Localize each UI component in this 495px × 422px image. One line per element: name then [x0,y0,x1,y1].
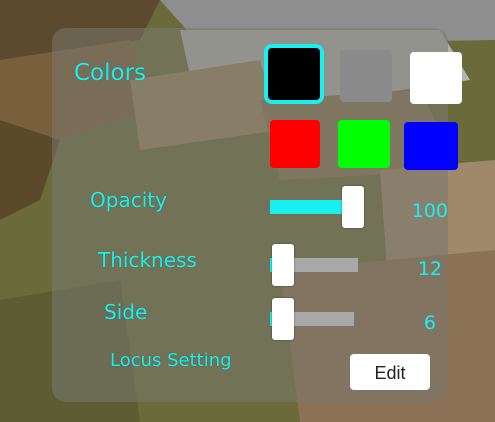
swatch-blue[interactable] [404,122,458,170]
opacity-label: Opacity [90,188,167,212]
opacity-value: 100 [411,200,448,222]
swatch-gray[interactable] [340,50,392,102]
side-value: 6 [423,312,436,334]
thickness-slider-handle[interactable] [272,244,294,286]
side-label: Side [104,300,148,324]
thickness-label: Thickness [98,248,197,272]
swatch-red[interactable] [270,120,320,168]
edit-button[interactable]: Edit [350,354,430,390]
thickness-value: 12 [417,258,442,280]
swatch-black[interactable] [268,48,320,100]
locus-setting-label: Locus Setting [110,350,232,371]
colors-title: Colors [74,60,147,86]
swatch-green[interactable] [338,120,390,168]
swatch-white[interactable] [410,52,462,104]
side-slider-handle[interactable] [272,298,294,340]
opacity-slider-handle[interactable] [342,186,364,228]
